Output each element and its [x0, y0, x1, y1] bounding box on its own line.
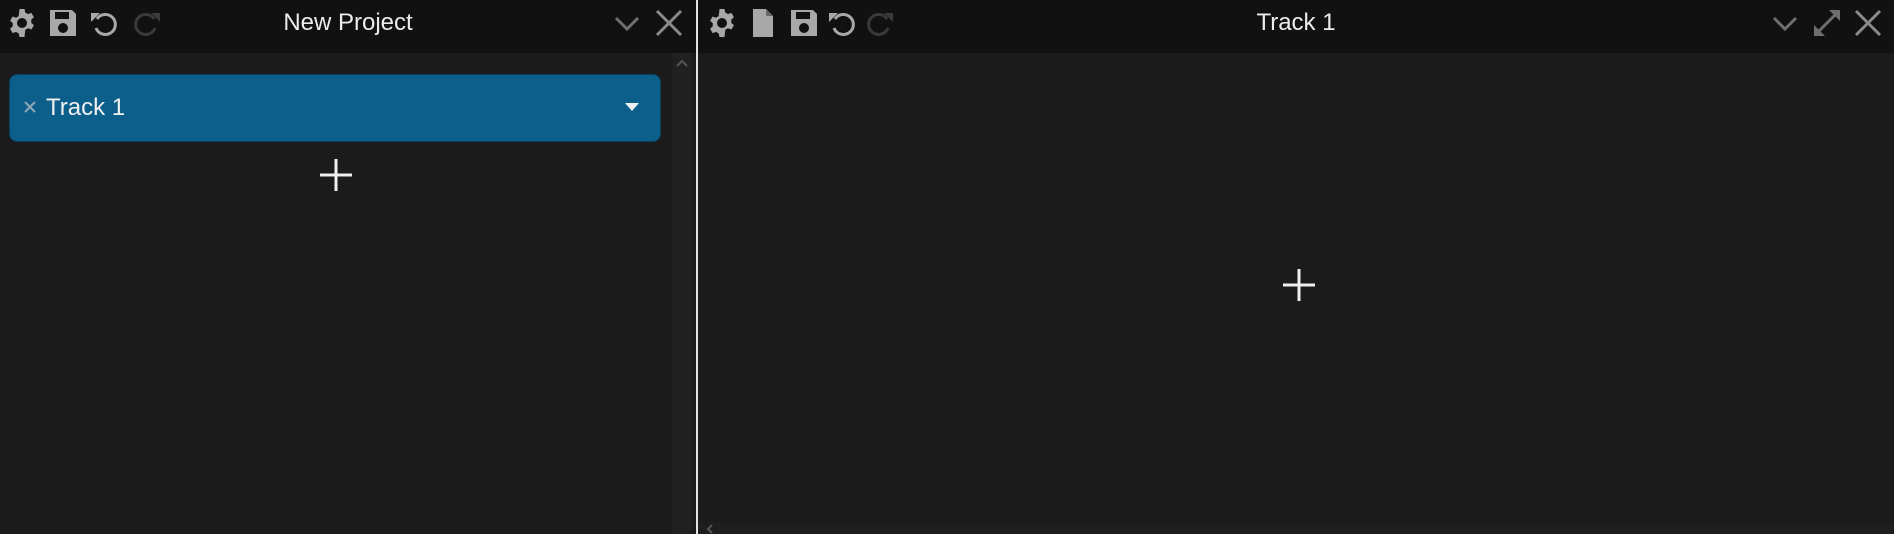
dropdown-arrow-icon[interactable] [622, 99, 642, 115]
add-track-button[interactable] [316, 155, 356, 195]
file-icon[interactable] [747, 7, 779, 39]
app-window: New Project Track 1 Track 1 [0, 0, 1894, 534]
horizontal-scrollbar[interactable] [698, 522, 1894, 534]
redo-icon [864, 7, 896, 39]
remove-track-icon[interactable] [20, 97, 40, 117]
track-label: Track 1 [46, 94, 126, 121]
track-titlebar: Track 1 [698, 0, 1894, 53]
chevron-down-icon[interactable] [611, 7, 643, 39]
undo-icon[interactable] [826, 7, 858, 39]
plus-icon [320, 159, 352, 191]
scroll-up-icon[interactable] [672, 53, 692, 73]
chevron-down-icon[interactable] [1769, 7, 1801, 39]
undo-icon[interactable] [88, 7, 120, 39]
plus-icon [1283, 269, 1315, 301]
vertical-scrollbar[interactable] [672, 53, 692, 534]
project-titlebar: New Project [0, 0, 696, 53]
expand-icon[interactable] [1811, 7, 1843, 39]
scroll-left-icon[interactable] [704, 522, 716, 534]
save-icon[interactable] [47, 7, 79, 39]
redo-icon [131, 7, 163, 39]
project-panel: New Project Track 1 [0, 0, 696, 534]
save-icon[interactable] [788, 7, 820, 39]
gear-icon[interactable] [6, 7, 38, 39]
close-icon[interactable] [1852, 7, 1884, 39]
close-icon[interactable] [653, 7, 685, 39]
add-clip-button[interactable] [1279, 265, 1319, 305]
gear-icon[interactable] [706, 7, 738, 39]
track-panel: Track 1 [698, 0, 1894, 534]
track-list-item[interactable]: Track 1 [9, 74, 661, 142]
